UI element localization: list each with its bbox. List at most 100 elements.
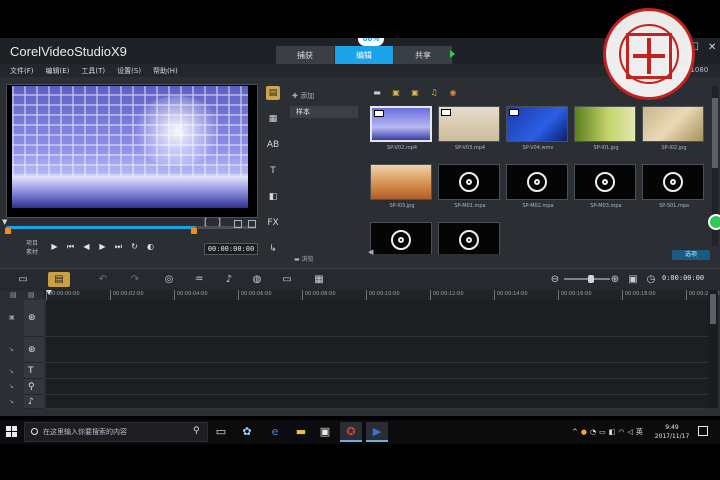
show-audio-icon[interactable]: ♫ bbox=[429, 88, 439, 97]
menu-file[interactable]: 文件(F) bbox=[10, 66, 34, 76]
repeat-icon[interactable]: ↻ bbox=[130, 242, 139, 251]
menu-tools[interactable]: 工具(T) bbox=[81, 66, 105, 76]
library-thumbnail[interactable]: SP-M01.mpa bbox=[438, 164, 502, 211]
title-ab-icon[interactable]: AB bbox=[266, 138, 280, 152]
tray-ime-icon[interactable]: 英 bbox=[636, 428, 646, 436]
multi-trim-icon[interactable]: ▦ bbox=[308, 272, 330, 287]
video-track-side-icon[interactable]: ▣ bbox=[9, 314, 15, 321]
library-thumbnail[interactable]: SP-I02.jpg bbox=[642, 106, 706, 153]
timeline-playhead[interactable] bbox=[46, 290, 52, 295]
store-icon[interactable]: ▣ bbox=[314, 422, 336, 442]
mark-out-marker[interactable] bbox=[191, 228, 197, 234]
title-track-side-icon[interactable]: ↘ bbox=[9, 368, 14, 375]
clock-icon[interactable]: ◷ bbox=[640, 272, 662, 287]
timeline-duration[interactable]: 0:00:00:00 bbox=[662, 274, 704, 282]
task-view-icon[interactable]: ▭ bbox=[210, 422, 232, 442]
subtitle-editor-icon[interactable]: ▭ bbox=[276, 272, 298, 287]
title-track-header[interactable]: T bbox=[24, 363, 44, 379]
chapter-point-icon[interactable]: ▤ bbox=[28, 291, 35, 299]
library-thumbnail[interactable]: SP-I01.jpg bbox=[574, 106, 638, 153]
show-video-icon[interactable]: ▣ bbox=[391, 88, 401, 97]
enlarge-icon[interactable] bbox=[248, 220, 256, 228]
audio-clip-thumbnail[interactable] bbox=[642, 164, 704, 200]
home-icon[interactable]: ⏮ bbox=[66, 242, 75, 251]
app-switch-icon[interactable]: ✿ bbox=[236, 422, 258, 442]
instant-project-icon[interactable]: ▦ bbox=[266, 112, 280, 126]
audio-clip-thumbnail[interactable] bbox=[506, 164, 568, 200]
media-icon[interactable]: ▤ bbox=[266, 86, 280, 100]
tray-up-arrow-icon[interactable]: ^ bbox=[572, 428, 581, 436]
project-mode-label[interactable]: 项目 bbox=[26, 239, 38, 248]
music-track-header[interactable]: ♪ bbox=[24, 395, 44, 409]
collapse-arrow-icon[interactable]: ◀ bbox=[368, 248, 374, 256]
library-thumbnail[interactable]: SP-V02.mp4 bbox=[370, 106, 434, 153]
microphone-taskbar-icon[interactable]: ⚲ bbox=[193, 426, 200, 436]
tab-share[interactable]: 共享 bbox=[394, 46, 453, 64]
voice-track[interactable] bbox=[46, 379, 708, 395]
mark-in-marker[interactable] bbox=[5, 228, 11, 234]
import-folder-icon[interactable]: ▬ bbox=[372, 88, 382, 97]
clip-mode-label[interactable]: 素材 bbox=[26, 248, 38, 257]
previous-frame-icon[interactable]: ◀ bbox=[82, 242, 91, 251]
tray-app-icon[interactable]: ● bbox=[581, 428, 590, 436]
menu-edit[interactable]: 编辑(E) bbox=[46, 66, 70, 76]
library-thumbnail[interactable]: SP-V04.wmv bbox=[506, 106, 570, 153]
edge-browser-icon[interactable]: e bbox=[264, 422, 286, 442]
zoom-slider[interactable] bbox=[564, 278, 610, 280]
taskbar-clock[interactable]: 9:49 2017/11/17 bbox=[652, 423, 692, 441]
file-explorer-icon[interactable]: ▬ bbox=[290, 422, 312, 442]
timeline-view-icon[interactable]: ▤ bbox=[48, 272, 70, 287]
library-scroll-thumb[interactable] bbox=[712, 98, 718, 168]
zoom-slider-knob[interactable] bbox=[588, 275, 594, 283]
tab-edit[interactable]: 编辑 bbox=[335, 46, 394, 64]
library-thumbnail[interactable]: SP-M02.mpa bbox=[506, 164, 570, 211]
videostudio-taskbar-icon[interactable]: ✪ bbox=[340, 422, 362, 442]
media-clip-thumbnail[interactable] bbox=[370, 106, 432, 142]
library-thumbnail[interactable] bbox=[370, 222, 434, 254]
music-track[interactable] bbox=[46, 395, 708, 409]
track-manager-icon[interactable]: ▤ bbox=[10, 291, 17, 299]
voice-track-header[interactable]: ⚲ bbox=[24, 379, 44, 395]
windows-start-icon[interactable] bbox=[6, 426, 18, 438]
tray-battery-icon[interactable]: ▭ bbox=[599, 428, 609, 436]
close-icon[interactable]: ✕ bbox=[708, 42, 716, 53]
media-clip-thumbnail[interactable] bbox=[574, 106, 636, 142]
motion-tracking-icon[interactable]: ◍ bbox=[246, 272, 268, 287]
upload-arrow-icon[interactable] bbox=[450, 50, 455, 58]
split-icon[interactable] bbox=[234, 220, 242, 228]
sound-mixer-icon[interactable]: ♒ bbox=[188, 272, 210, 287]
play-icon[interactable]: ▶ bbox=[50, 242, 59, 251]
path-icon[interactable]: ↳ bbox=[266, 242, 280, 256]
add-folder-button[interactable]: ✚ 添加 bbox=[292, 91, 314, 101]
timeline-scroll-thumb[interactable] bbox=[710, 294, 716, 324]
music-track-side-icon[interactable]: ↘ bbox=[9, 398, 14, 405]
library-thumbnail[interactable]: SP-S01.mpa bbox=[642, 164, 706, 211]
tray-bluetooth-icon[interactable]: ◧ bbox=[609, 428, 619, 436]
notification-center-icon[interactable] bbox=[698, 426, 708, 436]
voice-track-side-icon[interactable]: ↘ bbox=[9, 383, 14, 390]
show-photo-icon[interactable]: ▣ bbox=[410, 88, 420, 97]
redo-icon[interactable]: ↷ bbox=[124, 272, 146, 287]
video-track-header[interactable]: ⊛ bbox=[24, 300, 44, 337]
undo-icon[interactable]: ↶ bbox=[92, 272, 114, 287]
taskbar-search-input[interactable]: 在这里输入你要搜索的内容 bbox=[24, 422, 208, 442]
library-thumbnail[interactable]: SP-V03.mp4 bbox=[438, 106, 502, 153]
library-thumbnail[interactable]: SP-I03.jpg bbox=[370, 164, 434, 211]
library-thumbnail[interactable]: SP-M03.mpa bbox=[574, 164, 638, 211]
menu-settings[interactable]: 设置(S) bbox=[117, 66, 141, 76]
mark-out-button[interactable]: ] bbox=[218, 218, 232, 228]
overlay-track-side-icon[interactable]: ↘ bbox=[9, 346, 14, 353]
transition-icon[interactable]: ◧ bbox=[266, 190, 280, 204]
text-icon[interactable]: T bbox=[266, 164, 280, 178]
media-clip-thumbnail[interactable] bbox=[642, 106, 704, 142]
library-thumbnail[interactable] bbox=[438, 222, 502, 254]
audio-clip-thumbnail[interactable] bbox=[438, 222, 500, 254]
volume-icon[interactable]: ◐ bbox=[146, 242, 155, 251]
timecode-display[interactable]: 00:00:00:00 bbox=[204, 243, 258, 255]
storyboard-view-icon[interactable]: ▭ bbox=[12, 272, 34, 287]
audio-clip-thumbnail[interactable] bbox=[438, 164, 500, 200]
preview-video[interactable] bbox=[12, 86, 248, 208]
record-capture-icon[interactable]: ◎ bbox=[158, 272, 180, 287]
video-track[interactable] bbox=[46, 300, 708, 337]
overlay-track-header[interactable]: ⊛ bbox=[24, 337, 44, 363]
